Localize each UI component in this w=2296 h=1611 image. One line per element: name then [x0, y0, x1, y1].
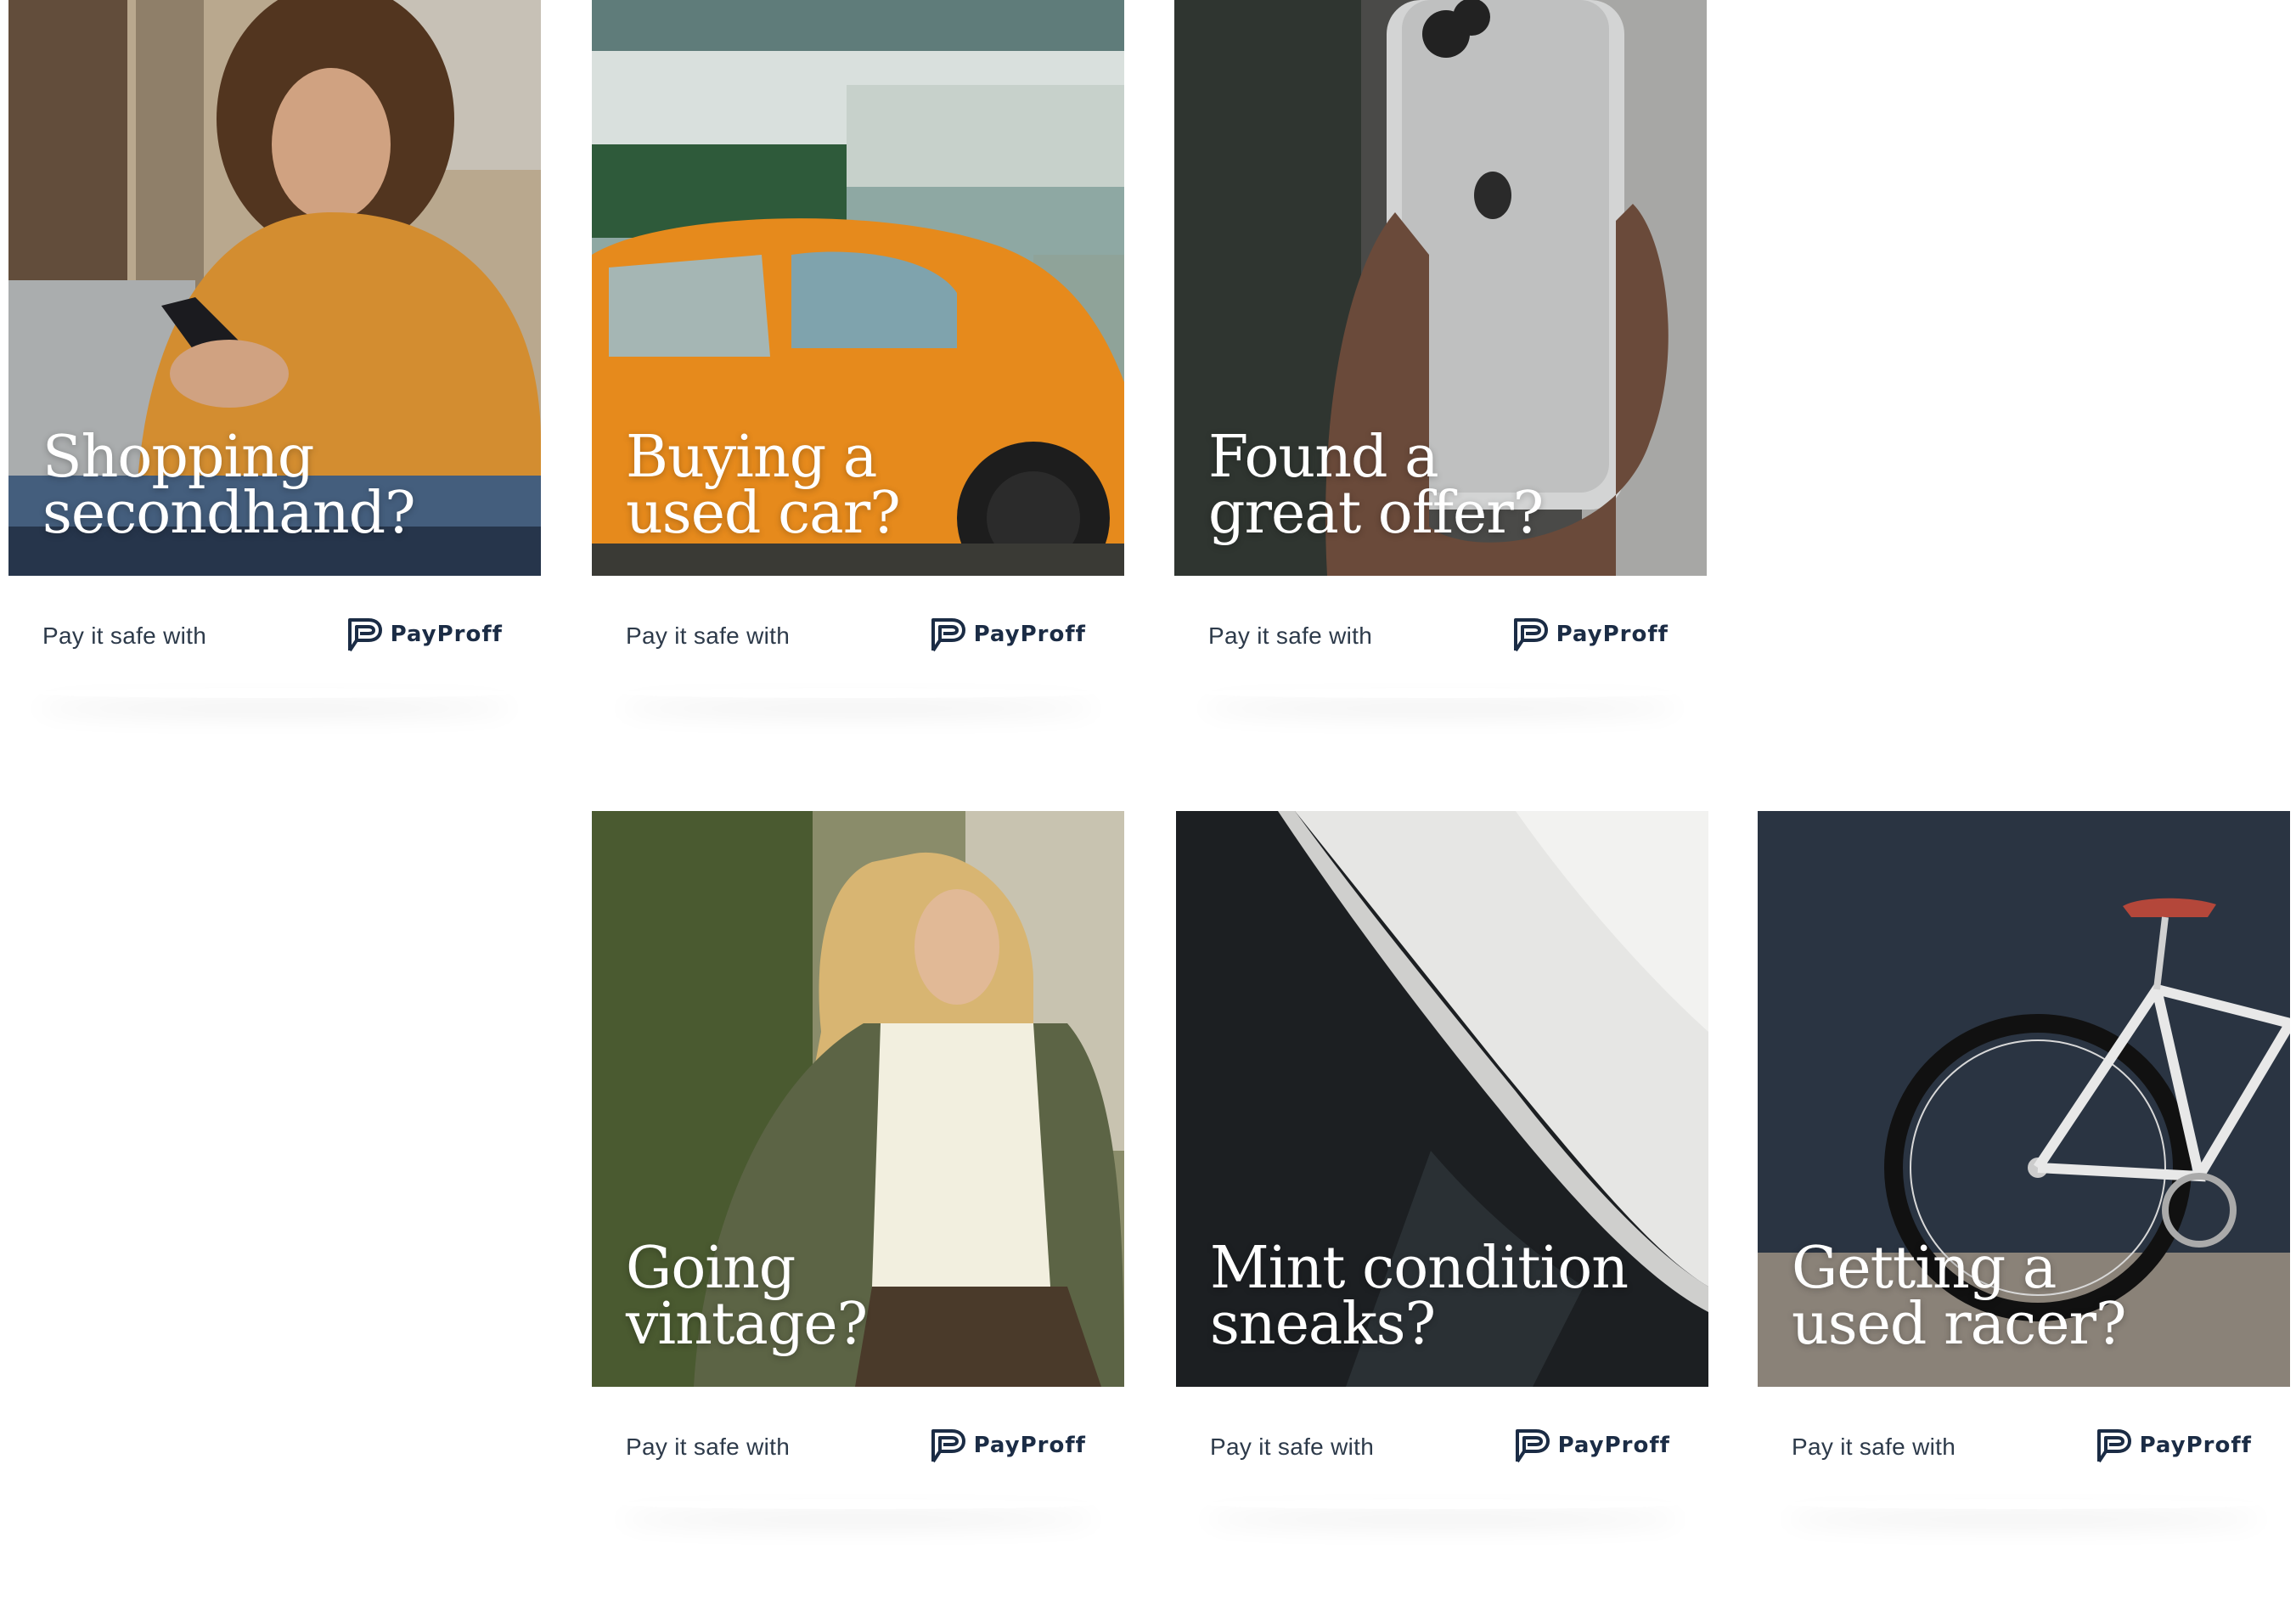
payproff-logo-icon: [347, 618, 382, 652]
brand-name: PayProff: [973, 622, 1086, 647]
headline-line: Buying a: [626, 424, 877, 491]
payproff-logo-icon: [931, 1429, 965, 1463]
headline-line: vintage?: [626, 1291, 868, 1358]
headline-line: Getting a: [1792, 1235, 2057, 1302]
brand-name: PayProff: [2139, 1433, 2252, 1458]
brand-name: PayProff: [390, 622, 503, 647]
headline-line: Shopping: [42, 424, 314, 491]
tagline: Pay it safe with: [626, 1434, 791, 1460]
ad-card-going-vintage[interactable]: Going vintage? Pay it safe with PayProff: [592, 811, 1124, 1509]
card-headline: Getting a used racer?: [1792, 1235, 2265, 1358]
ad-card-great-offer[interactable]: Found a great offer? Pay it safe with Pa…: [1174, 0, 1707, 698]
card-headline: Shopping secondhand?: [42, 424, 515, 547]
headline-line: used car?: [626, 480, 901, 547]
ad-photo-hand-with-iphone: Found a great offer?: [1174, 0, 1707, 576]
card-footer: Pay it safe with PayProff: [592, 1387, 1124, 1509]
card-headline: Going vintage?: [626, 1235, 1099, 1358]
payproff-logo[interactable]: PayProff: [2096, 1426, 2252, 1465]
ad-photo-road-bike: Getting a used racer?: [1758, 811, 2290, 1387]
card-footer: Pay it safe with PayProff: [1758, 1387, 2290, 1509]
headline-line: Going: [626, 1235, 796, 1302]
brand-name: PayProff: [1557, 1433, 1670, 1458]
tagline: Pay it safe with: [1210, 1434, 1375, 1460]
tagline: Pay it safe with: [1792, 1434, 1956, 1460]
headline-line: used racer?: [1792, 1291, 2126, 1358]
ad-card-shopping-secondhand[interactable]: Shopping secondhand? Pay it safe with Pa…: [8, 0, 541, 698]
tagline: Pay it safe with: [626, 622, 791, 649]
payproff-logo-icon: [1513, 618, 1548, 652]
payproff-logo-icon: [1515, 1429, 1550, 1463]
card-headline: Found a great offer?: [1208, 424, 1681, 547]
card-headline: Mint condition sneaks?: [1210, 1235, 1683, 1358]
payproff-logo-icon: [931, 618, 965, 652]
card-footer: Pay it safe with PayProff: [592, 576, 1124, 698]
ad-photo-orange-beetle: Buying a used car?: [592, 0, 1124, 576]
ad-card-used-car[interactable]: Buying a used car? Pay it safe with PayP…: [592, 0, 1124, 698]
payproff-logo[interactable]: PayProff: [346, 615, 503, 654]
tagline: Pay it safe with: [1208, 622, 1373, 649]
payproff-logo[interactable]: PayProff: [930, 1426, 1086, 1465]
ad-card-used-racer[interactable]: Getting a used racer? Pay it safe with P…: [1758, 811, 2290, 1509]
card-footer: Pay it safe with PayProff: [1174, 576, 1707, 698]
headline-line: secondhand?: [42, 480, 416, 547]
ad-photo-woman-in-blazer: Going vintage?: [592, 811, 1124, 1387]
brand-name: PayProff: [1556, 622, 1669, 647]
card-footer: Pay it safe with PayProff: [8, 576, 541, 698]
tagline: Pay it safe with: [42, 622, 207, 649]
payproff-logo[interactable]: PayProff: [1514, 1426, 1670, 1465]
card-headline: Buying a used car?: [626, 424, 1099, 547]
ad-photo-woman-with-phone: Shopping secondhand?: [8, 0, 541, 576]
headline-line: great offer?: [1208, 480, 1544, 547]
brand-name: PayProff: [973, 1433, 1086, 1458]
ad-photo-white-sneaker: Mint condition sneaks?: [1176, 811, 1708, 1387]
ad-card-mint-sneaks[interactable]: Mint condition sneaks? Pay it safe with …: [1176, 811, 1708, 1509]
payproff-logo[interactable]: PayProff: [930, 615, 1086, 654]
card-footer: Pay it safe with PayProff: [1176, 1387, 1708, 1509]
payproff-logo[interactable]: PayProff: [1512, 615, 1669, 654]
headline-line: Mint condition: [1210, 1235, 1629, 1302]
payproff-logo-icon: [2096, 1429, 2131, 1463]
headline-line: sneaks?: [1210, 1291, 1436, 1358]
headline-line: Found a: [1208, 424, 1439, 491]
